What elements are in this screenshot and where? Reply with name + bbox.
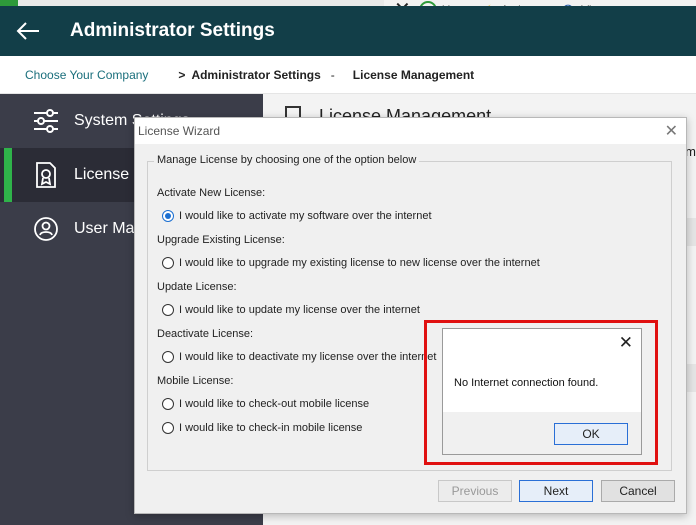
- section-label-activate: Activate New License:: [157, 187, 266, 199]
- dialog-titlebar: License Wizard ✕: [135, 118, 686, 144]
- radio-label: I would like to activate my software ove…: [179, 210, 432, 222]
- radio-checked-icon[interactable]: [162, 210, 174, 222]
- radio-checkin-mobile[interactable]: I would like to check-in mobile license: [162, 422, 362, 434]
- message-box-body: ✕ No Internet connection found.: [443, 329, 641, 412]
- breadcrumb-admin-settings[interactable]: Administrator Settings: [191, 68, 320, 82]
- radio-label: I would like to update my license over t…: [179, 304, 420, 316]
- group-legend: Manage License by choosing one of the op…: [154, 154, 420, 166]
- page-title: Administrator Settings: [70, 20, 275, 41]
- close-icon[interactable]: ✕: [665, 121, 678, 141]
- radio-label: I would like to check-out mobile license: [179, 398, 370, 410]
- next-button[interactable]: Next: [519, 480, 593, 502]
- sliders-icon: [26, 106, 66, 136]
- radio-icon[interactable]: [162, 304, 174, 316]
- breadcrumb: Choose Your Company > Administrator Sett…: [0, 56, 696, 94]
- radio-icon[interactable]: [162, 422, 174, 434]
- radio-icon[interactable]: [162, 351, 174, 363]
- radio-label: I would like to upgrade my existing lice…: [179, 257, 540, 269]
- sidebar-item-label: User Ma: [74, 220, 135, 237]
- breadcrumb-dash: -: [330, 67, 335, 82]
- section-label-upgrade: Upgrade Existing License:: [157, 234, 285, 246]
- cancel-button[interactable]: Cancel: [601, 480, 675, 502]
- radio-checkout-mobile[interactable]: I would like to check-out mobile license: [162, 398, 369, 410]
- breadcrumb-license-management: License Management: [352, 67, 475, 82]
- radio-upgrade[interactable]: I would like to upgrade my existing lice…: [162, 257, 540, 269]
- close-icon[interactable]: ✕: [619, 333, 633, 353]
- radio-deactivate[interactable]: I would like to deactivate my license ov…: [162, 351, 436, 363]
- section-label-mobile: Mobile License:: [157, 375, 234, 387]
- radio-label: I would like to check-in mobile license: [179, 422, 363, 434]
- active-indicator: [4, 148, 12, 202]
- back-arrow-icon[interactable]: [0, 21, 56, 41]
- gear-user-icon: [26, 214, 66, 244]
- app-header: Administrator Settings: [0, 6, 696, 56]
- radio-label: I would like to deactivate my license ov…: [179, 351, 437, 363]
- ok-button[interactable]: OK: [554, 423, 628, 445]
- message-box-dialog: ✕ No Internet connection found. OK: [442, 328, 642, 455]
- radio-activate[interactable]: I would like to activate my software ove…: [162, 210, 432, 222]
- section-label-update: Update License:: [157, 281, 237, 293]
- radio-icon[interactable]: [162, 257, 174, 269]
- dialog-title: License Wizard: [138, 124, 221, 138]
- radio-icon[interactable]: [162, 398, 174, 410]
- section-label-deactivate: Deactivate License:: [157, 328, 253, 340]
- certificate-icon: [26, 160, 66, 190]
- radio-update[interactable]: I would like to update my license over t…: [162, 304, 420, 316]
- sidebar-item-label: License: [74, 166, 130, 183]
- message-text: No Internet connection found.: [454, 377, 599, 389]
- breadcrumb-separator: >: [178, 67, 186, 82]
- breadcrumb-company-link[interactable]: Choose Your Company: [25, 68, 148, 82]
- previous-button[interactable]: Previous: [438, 480, 512, 502]
